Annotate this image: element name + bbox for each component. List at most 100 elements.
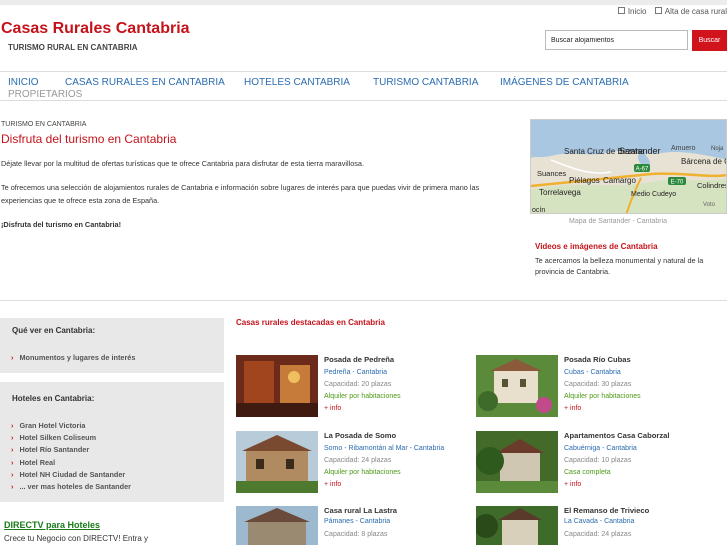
search-input[interactable] [545, 30, 688, 50]
sidebar-item-monumentos[interactable]: › Monumentos y lugares de interés [11, 353, 135, 362]
arrow-icon: › [11, 470, 14, 479]
sidebar-item-label: Hotel Real [19, 458, 56, 467]
santander-map[interactable]: E-70 A-67 Santa Cruz de Bezana Santander… [530, 119, 727, 214]
sidebar-item-hotel[interactable]: › Gran Hotel Victoria [11, 421, 85, 430]
offer-paragraph: Te ofrecemos una selección de alojamient… [1, 183, 480, 205]
page-title: Disfruta del turismo en Cantabria [1, 132, 177, 146]
house-name[interactable]: La Posada de Somo [324, 431, 396, 440]
nav-item-inicio[interactable]: INICIO [8, 77, 39, 88]
sidebar-item-label: Hotel Silken Coliseum [19, 433, 97, 442]
map-label-noja: Noja [711, 146, 724, 152]
site-tagline: TURISMO RURAL EN CANTABRIA [8, 43, 138, 52]
house-capacity: Capacidad: 30 plazas [564, 381, 632, 388]
top-link-alta[interactable]: Alta de casa rural [665, 7, 727, 16]
top-strip [0, 0, 727, 5]
videos-link[interactable]: Videos e imágenes de Cantabria [535, 242, 658, 251]
hoteles-heading: Hoteles en Cantabria: [12, 394, 95, 403]
arrow-icon: › [11, 445, 14, 454]
house-name[interactable]: El Remanso de Trivieco [564, 506, 649, 515]
home-icon [617, 7, 625, 14]
arrow-icon: › [11, 353, 14, 362]
nav-divider-bottom [0, 100, 727, 101]
nav-item-turismo[interactable]: TURISMO CANTABRIA [373, 77, 478, 88]
enjoy-paragraph: ¡Disfruta del turismo en Cantabria! [1, 220, 122, 229]
map-label-barcena: Bárcena de Cicero [681, 157, 727, 166]
map-label-camargo: Camargo [603, 176, 636, 185]
breadcrumb: TURISMO EN CANTABRIA [1, 121, 87, 128]
map-label-amuero: Amuero [671, 145, 696, 152]
nav-item-propietarios[interactable]: PROPIETARIOS [8, 89, 82, 100]
videos-description: Te acercamos la belleza monumental y nat… [535, 256, 704, 276]
map-label-medio-cudeyo: Medio Cudeyo [631, 191, 676, 198]
map-label-ocin: ocín [532, 207, 545, 214]
sidebar-item-label: Hotel NH Ciudad de Santander [19, 470, 126, 479]
arrow-icon: › [11, 458, 14, 467]
house-name[interactable]: Posada Río Cubas [564, 355, 631, 364]
house-rental-type: Casa completa [564, 469, 611, 476]
house-name[interactable]: Casa rural La Lastra [324, 506, 397, 515]
nav-item-hoteles[interactable]: HOTELES CANTABRIA [244, 77, 350, 88]
more-info-link[interactable]: + info [324, 405, 341, 412]
house-name[interactable]: Apartamentos Casa Caborzal [564, 431, 670, 440]
house-photo[interactable] [236, 506, 318, 545]
directv-text: Crece tu Negocio con DIRECTV! Entra y [4, 534, 149, 543]
add-icon [654, 7, 662, 14]
top-links: Inicio Alta de casa rural [612, 7, 727, 16]
more-info-link[interactable]: + info [564, 481, 581, 488]
map-label-santander: Santander [619, 146, 661, 156]
house-rental-type: Alquiler por habitaciones [324, 393, 401, 400]
search-button[interactable]: Buscar [692, 30, 727, 51]
house-photo[interactable] [236, 431, 318, 493]
section-divider [0, 300, 727, 301]
sidebar-item-label: ... ver mas hoteles de Santander [19, 482, 131, 491]
sidebar-item-hotel[interactable]: › Hotel Real [11, 458, 55, 467]
arrow-icon: › [11, 421, 14, 430]
house-photo[interactable] [476, 355, 558, 417]
house-photo[interactable] [476, 506, 558, 545]
house-location: Cabuérniga - Cantabria [564, 445, 637, 452]
arrow-icon: › [11, 433, 14, 442]
sidebar-item-label: Monumentos y lugares de interés [19, 353, 136, 362]
intro-paragraph: Déjate llevar por la multitud de ofertas… [1, 159, 364, 168]
house-location: La Cavada - Cantabria [564, 518, 635, 525]
directv-link[interactable]: DIRECTV para Hoteles [4, 520, 100, 530]
map-caption: Mapa de Santander - Cantabria [569, 218, 668, 225]
house-name[interactable]: Posada de Pedreña [324, 355, 394, 364]
house-location: Somo - Ribamontán al Mar - Cantabria [324, 445, 445, 452]
map-label-colindres: Colindres [697, 181, 727, 190]
nav-item-casas-rurales[interactable]: CASAS RURALES EN CANTABRIA [65, 77, 225, 88]
house-location: Pámanes - Cantabria [324, 518, 391, 525]
sidebar-item-label: Hotel Río Santander [19, 445, 90, 454]
house-rental-type: Alquiler por habitaciones [324, 469, 401, 476]
map-label-torrelavega: Torrelavega [539, 188, 581, 197]
arrow-icon: › [11, 482, 14, 491]
map-label-pielagos: Piélagos [569, 176, 600, 185]
house-capacity: Capacidad: 20 plazas [324, 381, 392, 388]
house-capacity: Capacidad: 8 plazas [324, 531, 388, 538]
top-link-inicio[interactable]: Inicio [628, 7, 647, 16]
sidebar-item-hotel[interactable]: › Hotel NH Ciudad de Santander [11, 470, 125, 479]
house-rental-type: Alquiler por habitaciones [564, 393, 641, 400]
nav-item-imagenes[interactable]: IMÁGENES DE CANTABRIA [500, 77, 629, 88]
nav-divider [0, 71, 727, 72]
house-capacity: Capacidad: 10 plazas [564, 457, 632, 464]
map-label-a67: A-67 [636, 167, 649, 173]
house-capacity: Capacidad: 24 plazas [324, 457, 392, 464]
map-label-suances: Suances [537, 169, 566, 178]
house-capacity: Capacidad: 24 plazas [564, 531, 632, 538]
que-ver-heading: Qué ver en Cantabria: [12, 326, 96, 335]
map-label-e70: E-70 [671, 180, 684, 186]
more-info-link[interactable]: + info [324, 481, 341, 488]
house-location: Pedreña - Cantabria [324, 369, 388, 376]
sidebar-item-label: Gran Hotel Victoria [19, 421, 86, 430]
house-location: Cubas - Cantabria [564, 369, 621, 376]
house-photo[interactable] [236, 355, 318, 417]
house-photo[interactable] [476, 431, 558, 493]
map-graphic: E-70 A-67 Santa Cruz de Bezana Santander… [531, 120, 727, 214]
sidebar-item-hotel[interactable]: › Hotel Silken Coliseum [11, 433, 96, 442]
more-info-link[interactable]: + info [564, 405, 581, 412]
sidebar-item-hotel[interactable]: › Hotel Río Santander [11, 445, 89, 454]
sidebar-item-more-hotels[interactable]: › ... ver mas hoteles de Santander [11, 482, 131, 491]
site-logo[interactable]: Casas Rurales Cantabria [1, 20, 190, 38]
map-label-voto: Voto [703, 202, 716, 208]
